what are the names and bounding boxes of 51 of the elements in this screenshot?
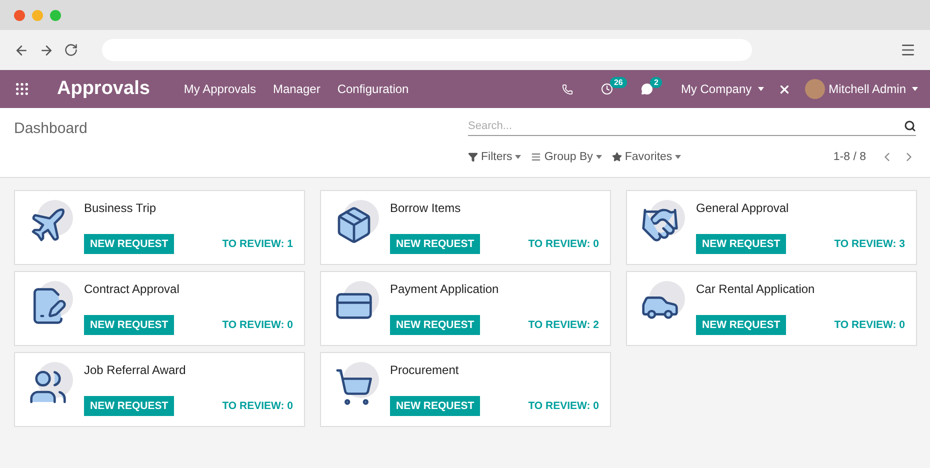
- breadcrumb: Dashboard: [14, 120, 88, 137]
- new-request-button[interactable]: NEW REQUEST: [696, 315, 786, 335]
- shopping-cart-icon: [334, 367, 374, 407]
- new-request-button[interactable]: NEW REQUEST: [390, 315, 480, 335]
- chat-icon[interactable]: [640, 83, 653, 95]
- new-request-button[interactable]: NEW REQUEST: [390, 396, 480, 416]
- card-title[interactable]: Business Trip: [84, 201, 293, 215]
- filter-dropdown[interactable]: Group By: [531, 151, 602, 163]
- search-icon[interactable]: [904, 120, 916, 132]
- to-review-link[interactable]: TO REVIEW: 1: [222, 238, 293, 250]
- card-title[interactable]: Contract Approval: [84, 282, 293, 296]
- message-count-badge: 2: [650, 77, 662, 88]
- filter-icon[interactable]: [468, 152, 478, 162]
- card-title[interactable]: Procurement: [390, 363, 599, 377]
- star-icon[interactable]: [612, 152, 622, 162]
- app-name[interactable]: Approvals: [57, 78, 150, 100]
- to-review-link[interactable]: TO REVIEW: 0: [222, 400, 293, 412]
- card-title[interactable]: Borrow Items: [390, 201, 599, 215]
- back-icon[interactable]: [14, 42, 29, 58]
- new-request-button[interactable]: NEW REQUEST: [84, 396, 174, 416]
- close-window-button[interactable]: [14, 10, 25, 20]
- forward-icon[interactable]: [39, 42, 54, 58]
- new-request-button[interactable]: NEW REQUEST: [390, 234, 480, 254]
- menu-item[interactable]: My Approvals: [184, 82, 256, 96]
- menu-item[interactable]: Configuration: [337, 82, 409, 96]
- phone-icon[interactable]: [562, 84, 573, 94]
- apps-menu-icon[interactable]: [14, 81, 30, 97]
- card-title[interactable]: Job Referral Award: [84, 363, 293, 377]
- filter-dropdown[interactable]: Favorites: [612, 151, 682, 163]
- pager: 1-8 / 8: [833, 151, 866, 163]
- card-title[interactable]: Car Rental Application: [696, 282, 905, 296]
- new-request-button[interactable]: NEW REQUEST: [84, 234, 174, 254]
- menu-item[interactable]: Manager: [272, 82, 320, 96]
- activity-icon[interactable]: [600, 83, 613, 95]
- company-switcher[interactable]: My Company: [680, 82, 764, 96]
- to-review-link[interactable]: TO REVIEW: 0: [528, 400, 599, 412]
- to-review-link[interactable]: TO REVIEW: 0: [528, 238, 599, 250]
- list-icon[interactable]: [531, 152, 542, 162]
- to-review-link[interactable]: TO REVIEW: 0: [222, 319, 293, 331]
- reload-icon[interactable]: [64, 43, 78, 57]
- filter-dropdown[interactable]: Filters: [468, 151, 522, 163]
- menu-icon[interactable]: [900, 42, 916, 58]
- activity-count-badge: 26: [610, 77, 627, 88]
- new-request-button[interactable]: NEW REQUEST: [696, 234, 786, 254]
- card-title[interactable]: General Approval: [696, 201, 905, 215]
- card-title[interactable]: Payment Application: [390, 282, 599, 296]
- user-menu[interactable]: Mitchell Admin: [828, 82, 918, 96]
- to-review-link[interactable]: TO REVIEW: 0: [834, 319, 905, 331]
- to-review-link[interactable]: TO REVIEW: 2: [528, 319, 599, 331]
- new-request-button[interactable]: NEW REQUEST: [84, 315, 174, 335]
- to-review-link[interactable]: TO REVIEW: 3: [834, 238, 905, 250]
